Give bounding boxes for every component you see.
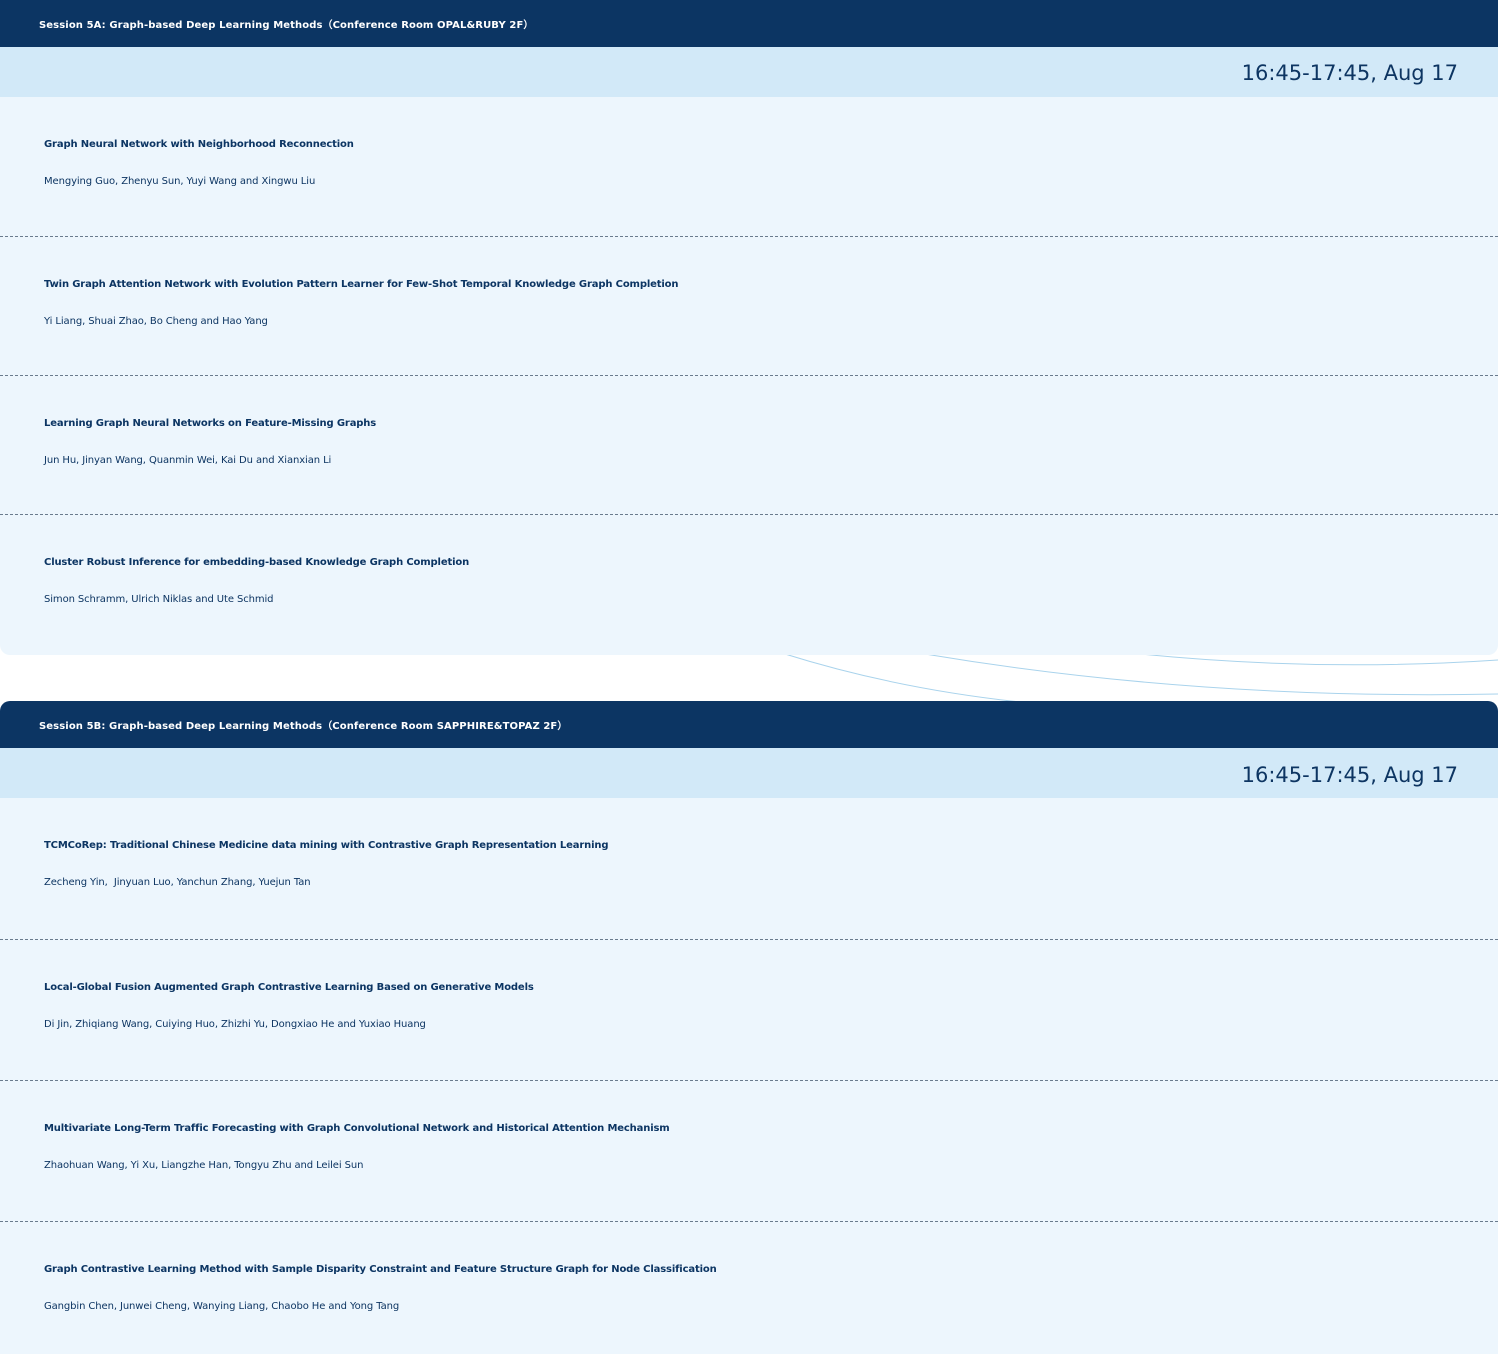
session-time-label: 16:45-17:45, Aug 17	[1241, 61, 1458, 85]
paper-item: Multivariate Long-Term Traffic Forecasti…	[0, 1080, 1498, 1221]
paper-item: Learning Graph Neural Networks on Featur…	[0, 375, 1498, 514]
paper-item: Twin Graph Attention Network with Evolut…	[0, 236, 1498, 375]
paper-item: Graph Contrastive Learning Method with S…	[0, 1221, 1498, 1362]
paper-title: Learning Graph Neural Networks on Featur…	[44, 418, 377, 429]
session-title: Session 5B: Graph-based Deep Learning Me…	[0, 701, 1498, 748]
paper-item: Local-Global Fusion Augmented Graph Cont…	[0, 939, 1498, 1080]
paper-title: Multivariate Long-Term Traffic Forecasti…	[44, 1123, 670, 1134]
paper-authors: Mengying Guo, Zhenyu Sun, Yuyi Wang and …	[44, 176, 316, 187]
session-time: 16:45-17:45, Aug 17	[0, 47, 1498, 97]
paper-authors: Simon Schramm, Ulrich Niklas and Ute Sch…	[44, 594, 274, 605]
paper-title: Cluster Robust Inference for embedding-b…	[44, 557, 470, 568]
paper-item: Cluster Robust Inference for embedding-b…	[0, 514, 1498, 653]
paper-authors: Jun Hu, Jinyan Wang, Quanmin Wei, Kai Du…	[44, 455, 332, 466]
session-5a: Session 5A: Graph-based Deep Learning Me…	[0, 0, 1498, 655]
paper-authors: Yi Liang, Shuai Zhao, Bo Cheng and Hao Y…	[44, 316, 268, 327]
paper-item: TCMCoRep: Traditional Chinese Medicine d…	[0, 798, 1498, 939]
paper-list: TCMCoRep: Traditional Chinese Medicine d…	[0, 798, 1498, 1354]
paper-title: Graph Neural Network with Neighborhood R…	[44, 139, 354, 150]
paper-item: Graph Neural Network with Neighborhood R…	[0, 97, 1498, 236]
paper-title: Twin Graph Attention Network with Evolut…	[44, 279, 679, 290]
session-title: Session 5A: Graph-based Deep Learning Me…	[0, 0, 1498, 47]
decorative-curve-3	[1139, 653, 1498, 666]
paper-list: Graph Neural Network with Neighborhood R…	[0, 97, 1498, 655]
decorative-curve-1	[784, 653, 1031, 704]
paper-title: TCMCoRep: Traditional Chinese Medicine d…	[44, 840, 609, 851]
paper-authors: Gangbin Chen, Junwei Cheng, Wanying Lian…	[44, 1301, 400, 1312]
paper-authors: Di Jin, Zhiqiang Wang, Cuiying Huo, Zhiz…	[44, 1019, 426, 1030]
session-time: 16:45-17:45, Aug 17	[0, 748, 1498, 798]
paper-authors: Zhaohuan Wang, Yi Xu, Liangzhe Han, Tong…	[44, 1160, 364, 1171]
paper-authors: Zecheng Yin, Jinyuan Luo, Yanchun Zhang,…	[44, 877, 311, 888]
session-time-label: 16:45-17:45, Aug 17	[1241, 763, 1458, 787]
paper-title: Local-Global Fusion Augmented Graph Cont…	[44, 982, 534, 993]
session-5b: Session 5B: Graph-based Deep Learning Me…	[0, 701, 1498, 1354]
paper-title: Graph Contrastive Learning Method with S…	[44, 1264, 717, 1275]
decorative-curve-2	[924, 653, 1498, 696]
